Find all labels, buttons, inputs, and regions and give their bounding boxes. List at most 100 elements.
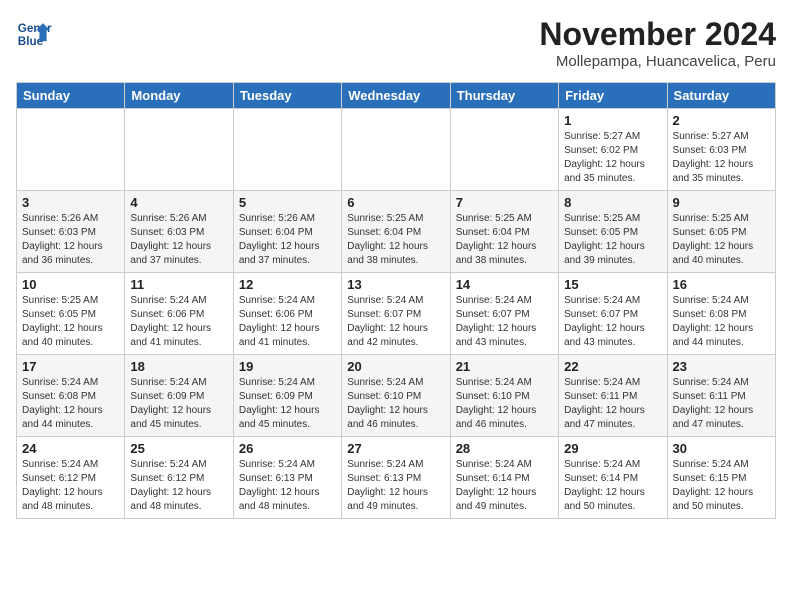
calendar-cell: 25 Sunrise: 5:24 AM Sunset: 6:12 PM Dayli…: [125, 437, 233, 519]
day-detail: Sunrise: 5:25 AM Sunset: 6:04 PM Dayligh…: [456, 212, 553, 268]
day-detail: Sunrise: 5:24 AM Sunset: 6:09 PM Dayligh…: [239, 376, 336, 432]
calendar-cell: 18 Sunrise: 5:24 AM Sunset: 6:09 PM Dayli…: [125, 355, 233, 437]
day-number: 7: [456, 195, 553, 210]
calendar-cell: 8Sunrise: 5:25 AM Sunset: 6:05 PM Daylig…: [559, 191, 667, 273]
calendar-cell: 21Sunrise: 5:24 AM Sunset: 6:10 PM Dayli…: [450, 355, 558, 437]
calendar-cell: [17, 109, 125, 191]
week-row-3: 10 Sunrise: 5:25 AM Sunset: 6:05 PM Dayli…: [17, 273, 776, 355]
day-detail: Sunrise: 5:25 AM Sunset: 6:05 PM Dayligh…: [22, 294, 119, 350]
calendar-cell: [233, 109, 341, 191]
calendar-body: 1 Sunrise: 5:27 AM Sunset: 6:02 PM Daylig…: [17, 109, 776, 519]
day-detail: Sunrise: 5:27 AM Sunset: 6:02 PM Dayligh…: [564, 130, 661, 186]
day-number: 13: [347, 277, 444, 292]
day-number: 2: [673, 113, 770, 128]
week-row-4: 17 Sunrise: 5:24 AM Sunset: 6:08 PM Dayli…: [17, 355, 776, 437]
day-detail: Sunrise: 5:24 AM Sunset: 6:07 PM Dayligh…: [347, 294, 444, 350]
day-detail: Sunrise: 5:24 AM Sunset: 6:12 PM Dayligh…: [130, 458, 227, 514]
page-title: November 2024: [539, 16, 776, 53]
day-number: 14: [456, 277, 553, 292]
title-area: November 2024 Mollepampa, Huancavelica, …: [539, 16, 776, 70]
day-detail: Sunrise: 5:26 AM Sunset: 6:04 PM Dayligh…: [239, 212, 336, 268]
calendar-cell: 9Sunrise: 5:25 AM Sunset: 6:05 PM Daylig…: [667, 191, 775, 273]
calendar-cell: 10 Sunrise: 5:25 AM Sunset: 6:05 PM Dayli…: [17, 273, 125, 355]
calendar-cell: 30 Sunrise: 5:24 AM Sunset: 6:15 PM Dayli…: [667, 437, 775, 519]
calendar-cell: 2 Sunrise: 5:27 AM Sunset: 6:03 PM Daylig…: [667, 109, 775, 191]
day-detail: Sunrise: 5:24 AM Sunset: 6:13 PM Dayligh…: [347, 458, 444, 514]
calendar-cell: 11 Sunrise: 5:24 AM Sunset: 6:06 PM Dayli…: [125, 273, 233, 355]
day-number: 15: [564, 277, 661, 292]
week-row-5: 24 Sunrise: 5:24 AM Sunset: 6:12 PM Dayli…: [17, 437, 776, 519]
day-number: 3: [22, 195, 119, 210]
day-detail: Sunrise: 5:24 AM Sunset: 6:11 PM Dayligh…: [564, 376, 661, 432]
day-detail: Sunrise: 5:24 AM Sunset: 6:06 PM Dayligh…: [130, 294, 227, 350]
calendar-cell: 22 Sunrise: 5:24 AM Sunset: 6:11 PM Dayli…: [559, 355, 667, 437]
day-number: 6: [347, 195, 444, 210]
day-number: 20: [347, 359, 444, 374]
day-number: 1: [564, 113, 661, 128]
weekday-sunday: Sunday: [17, 83, 125, 109]
calendar-cell: [450, 109, 558, 191]
day-detail: Sunrise: 5:24 AM Sunset: 6:14 PM Dayligh…: [564, 458, 661, 514]
calendar-cell: 15Sunrise: 5:24 AM Sunset: 6:07 PM Dayli…: [559, 273, 667, 355]
logo-icon: General Blue: [16, 16, 52, 52]
calendar-cell: 20 Sunrise: 5:24 AM Sunset: 6:10 PM Dayli…: [342, 355, 450, 437]
weekday-friday: Friday: [559, 83, 667, 109]
day-detail: Sunrise: 5:24 AM Sunset: 6:10 PM Dayligh…: [347, 376, 444, 432]
day-detail: Sunrise: 5:24 AM Sunset: 6:06 PM Dayligh…: [239, 294, 336, 350]
day-number: 23: [673, 359, 770, 374]
calendar-cell: 14 Sunrise: 5:24 AM Sunset: 6:07 PM Dayli…: [450, 273, 558, 355]
day-number: 30: [673, 441, 770, 456]
logo: General Blue: [16, 16, 52, 52]
weekday-header-row: SundayMondayTuesdayWednesdayThursdayFrid…: [17, 83, 776, 109]
day-number: 27: [347, 441, 444, 456]
day-detail: Sunrise: 5:25 AM Sunset: 6:04 PM Dayligh…: [347, 212, 444, 268]
day-detail: Sunrise: 5:24 AM Sunset: 6:12 PM Dayligh…: [22, 458, 119, 514]
day-detail: Sunrise: 5:24 AM Sunset: 6:09 PM Dayligh…: [130, 376, 227, 432]
calendar-cell: 29 Sunrise: 5:24 AM Sunset: 6:14 PM Dayli…: [559, 437, 667, 519]
calendar-cell: 28Sunrise: 5:24 AM Sunset: 6:14 PM Dayli…: [450, 437, 558, 519]
calendar-cell: 6 Sunrise: 5:25 AM Sunset: 6:04 PM Daylig…: [342, 191, 450, 273]
calendar-cell: [125, 109, 233, 191]
day-number: 16: [673, 277, 770, 292]
calendar-table: SundayMondayTuesdayWednesdayThursdayFrid…: [16, 82, 776, 519]
day-number: 10: [22, 277, 119, 292]
day-number: 18: [130, 359, 227, 374]
day-number: 11: [130, 277, 227, 292]
calendar-cell: 19 Sunrise: 5:24 AM Sunset: 6:09 PM Dayli…: [233, 355, 341, 437]
day-number: 26: [239, 441, 336, 456]
header: General Blue November 2024 Mollepampa, H…: [16, 16, 776, 70]
day-number: 22: [564, 359, 661, 374]
day-detail: Sunrise: 5:24 AM Sunset: 6:07 PM Dayligh…: [456, 294, 553, 350]
day-detail: Sunrise: 5:26 AM Sunset: 6:03 PM Dayligh…: [130, 212, 227, 268]
calendar-cell: 27 Sunrise: 5:24 AM Sunset: 6:13 PM Dayli…: [342, 437, 450, 519]
day-number: 19: [239, 359, 336, 374]
week-row-1: 1 Sunrise: 5:27 AM Sunset: 6:02 PM Daylig…: [17, 109, 776, 191]
day-detail: Sunrise: 5:25 AM Sunset: 6:05 PM Dayligh…: [564, 212, 661, 268]
calendar-cell: 26Sunrise: 5:24 AM Sunset: 6:13 PM Dayli…: [233, 437, 341, 519]
day-number: 29: [564, 441, 661, 456]
calendar-cell: 24 Sunrise: 5:24 AM Sunset: 6:12 PM Dayli…: [17, 437, 125, 519]
day-number: 24: [22, 441, 119, 456]
day-detail: Sunrise: 5:24 AM Sunset: 6:15 PM Dayligh…: [673, 458, 770, 514]
calendar-cell: 4 Sunrise: 5:26 AM Sunset: 6:03 PM Daylig…: [125, 191, 233, 273]
day-number: 4: [130, 195, 227, 210]
weekday-saturday: Saturday: [667, 83, 775, 109]
day-detail: Sunrise: 5:24 AM Sunset: 6:08 PM Dayligh…: [673, 294, 770, 350]
day-detail: Sunrise: 5:24 AM Sunset: 6:11 PM Dayligh…: [673, 376, 770, 432]
day-detail: Sunrise: 5:24 AM Sunset: 6:10 PM Dayligh…: [456, 376, 553, 432]
day-number: 28: [456, 441, 553, 456]
day-detail: Sunrise: 5:26 AM Sunset: 6:03 PM Dayligh…: [22, 212, 119, 268]
calendar-cell: 12 Sunrise: 5:24 AM Sunset: 6:06 PM Dayli…: [233, 273, 341, 355]
day-detail: Sunrise: 5:27 AM Sunset: 6:03 PM Dayligh…: [673, 130, 770, 186]
week-row-2: 3 Sunrise: 5:26 AM Sunset: 6:03 PM Daylig…: [17, 191, 776, 273]
day-number: 25: [130, 441, 227, 456]
weekday-wednesday: Wednesday: [342, 83, 450, 109]
day-detail: Sunrise: 5:24 AM Sunset: 6:08 PM Dayligh…: [22, 376, 119, 432]
calendar-cell: 5Sunrise: 5:26 AM Sunset: 6:04 PM Daylig…: [233, 191, 341, 273]
day-number: 12: [239, 277, 336, 292]
calendar-cell: 7 Sunrise: 5:25 AM Sunset: 6:04 PM Daylig…: [450, 191, 558, 273]
calendar-cell: [342, 109, 450, 191]
page-subtitle: Mollepampa, Huancavelica, Peru: [539, 53, 776, 70]
calendar-cell: 1 Sunrise: 5:27 AM Sunset: 6:02 PM Daylig…: [559, 109, 667, 191]
day-number: 17: [22, 359, 119, 374]
